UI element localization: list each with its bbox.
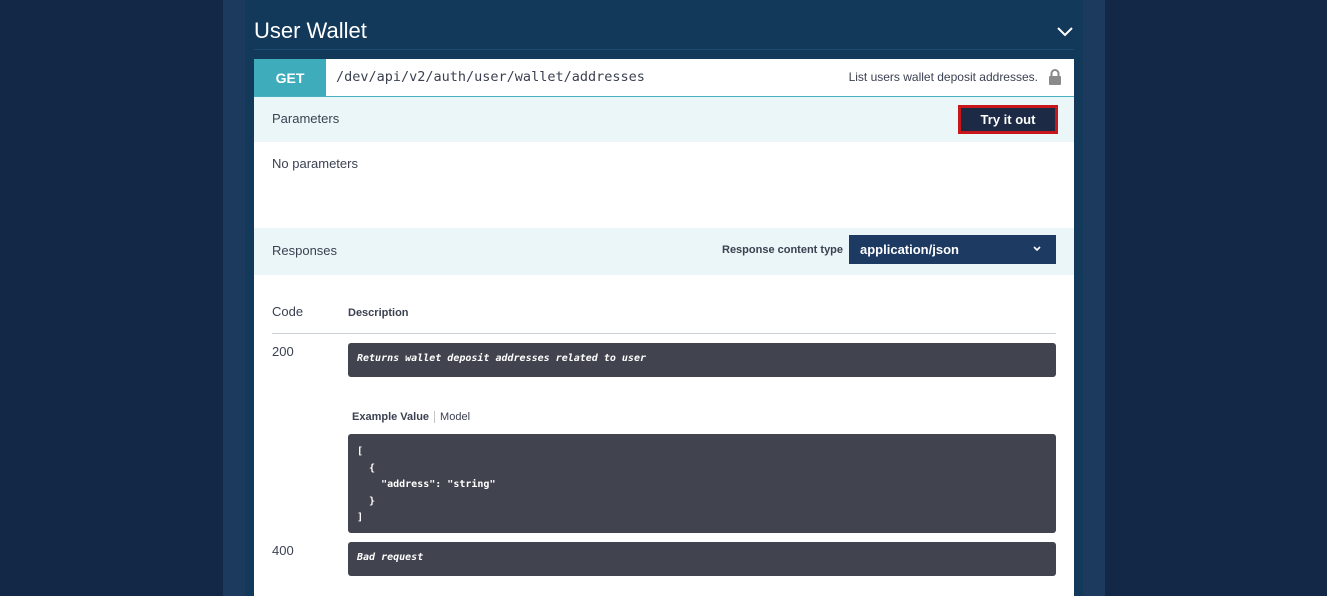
response-code: 400	[272, 543, 294, 558]
table-header-code: Code	[272, 304, 304, 319]
content-type-value: application/json	[860, 242, 959, 257]
caret-down-icon	[1033, 246, 1041, 252]
operation-description: List users wallet deposit addresses.	[848, 70, 1038, 84]
chevron-down-icon[interactable]	[1056, 24, 1074, 38]
responses-header: Responses Response content type applicat…	[254, 228, 1074, 275]
parameters-label: Parameters	[272, 111, 340, 126]
content-type-label: Response content type	[722, 244, 844, 256]
response-description-box: Bad request	[348, 542, 1056, 576]
tab-model[interactable]: Model	[435, 411, 470, 423]
example-json: [ { "address": "string" } ]	[357, 446, 496, 523]
response-code: 200	[272, 344, 294, 359]
operation-block: GET /dev/api/v2/auth/user/wallet/address…	[254, 59, 1074, 596]
response-description: Returns wallet deposit addresses related…	[357, 353, 646, 364]
try-it-out-button[interactable]: Try it out	[958, 105, 1058, 134]
responses-label: Responses	[272, 243, 338, 258]
lock-icon[interactable]	[1048, 68, 1062, 86]
content-type-select[interactable]: application/json	[849, 235, 1056, 264]
operation-path: /dev/api/v2/auth/user/wallet/addresses	[336, 69, 645, 85]
method-badge: GET	[254, 59, 326, 96]
page-background-left	[0, 0, 223, 596]
example-tabs: Example Value Model	[352, 411, 470, 423]
no-parameters-text: No parameters	[272, 156, 358, 171]
table-header-description: Description	[348, 307, 409, 319]
response-description-box: Returns wallet deposit addresses related…	[348, 343, 1056, 377]
tag-section-title: User Wallet	[254, 18, 367, 43]
table-header-divider	[272, 333, 1056, 334]
page-background-right	[1105, 0, 1327, 596]
example-value-box: [ { "address": "string" } ]	[348, 434, 1056, 533]
tag-section-header[interactable]: User Wallet	[254, 0, 1074, 50]
response-description: Bad request	[357, 552, 424, 563]
tab-example-value[interactable]: Example Value	[352, 411, 436, 423]
parameters-header: Parameters	[254, 97, 1074, 142]
operation-summary[interactable]: GET /dev/api/v2/auth/user/wallet/address…	[254, 59, 1074, 97]
